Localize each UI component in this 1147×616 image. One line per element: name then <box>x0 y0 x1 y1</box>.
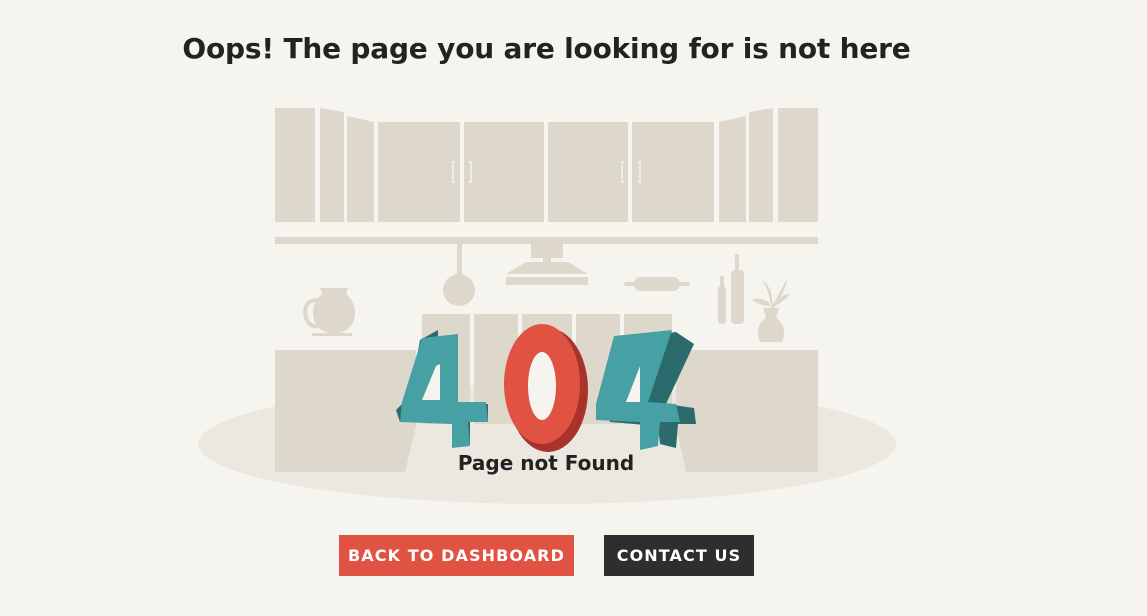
plant-vase <box>752 278 790 342</box>
not-found-page: Oops! The page you are looking for is no… <box>0 0 1147 616</box>
hanging-pan <box>443 244 475 306</box>
error-message: Page not Found <box>457 451 635 475</box>
jug <box>303 288 355 336</box>
contact-us-button[interactable]: CONTACT US <box>604 535 754 576</box>
range-hood <box>506 244 588 285</box>
rolling-pin <box>624 277 690 291</box>
page-title: Oops! The page you are looking for is no… <box>182 32 911 65</box>
back-to-dashboard-button[interactable]: BACK TO DASHBOARD <box>339 535 574 576</box>
kitchen-illustration <box>196 104 898 506</box>
upper-cabinets <box>275 108 818 222</box>
bottles <box>718 254 744 324</box>
shelf <box>275 237 818 244</box>
